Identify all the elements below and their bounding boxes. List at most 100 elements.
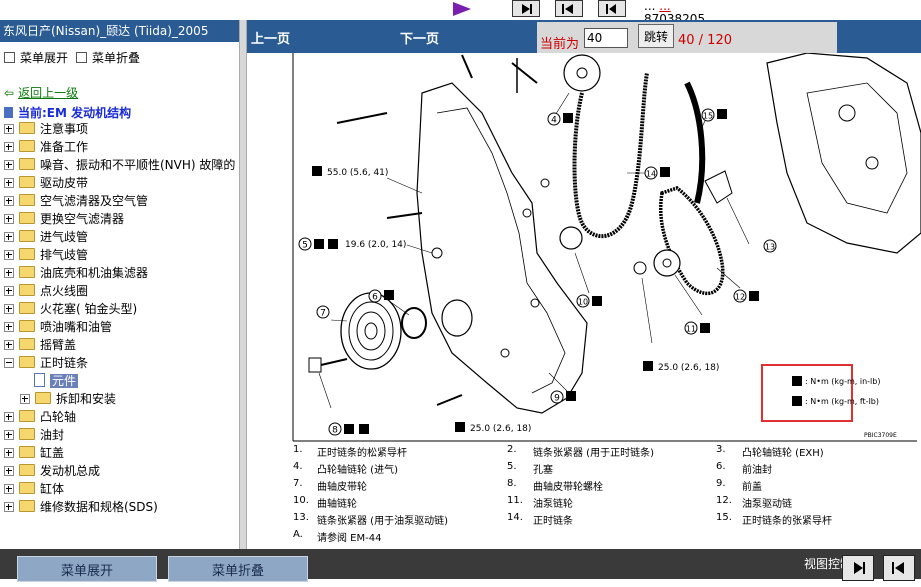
plus-icon[interactable] <box>4 232 14 242</box>
plus-icon[interactable] <box>20 394 30 404</box>
part-number: A. <box>293 529 303 540</box>
part-number: 4. <box>293 461 303 472</box>
plus-icon[interactable] <box>4 304 14 314</box>
tree-item[interactable]: 注意事项 <box>4 120 88 138</box>
tree-item[interactable]: 进气歧管 <box>4 228 88 246</box>
prev-page-link[interactable]: 上一页 <box>251 28 290 47</box>
plus-icon[interactable] <box>4 340 14 350</box>
page-number-input[interactable] <box>584 28 628 48</box>
tree-item[interactable]: 拆卸和安装 <box>20 390 116 408</box>
first-page-icon[interactable] <box>555 0 583 17</box>
view-first-icon[interactable] <box>883 555 915 581</box>
bottom-expand-button[interactable]: 菜单展开 <box>17 556 157 582</box>
tree-item-selected[interactable]: 元件 <box>34 372 79 390</box>
plus-icon[interactable] <box>4 142 14 152</box>
tree-item[interactable]: 油底壳和机油集滤器 <box>4 264 148 282</box>
hole-plug <box>431 247 443 259</box>
tree-item[interactable]: 排气歧管 <box>4 246 88 264</box>
bottom-collapse-button[interactable]: 菜单折叠 <box>168 556 308 582</box>
tension-guide <box>684 81 706 204</box>
symbol-box <box>344 424 354 434</box>
tree-item[interactable]: 空气滤清器及空气管 <box>4 192 148 210</box>
pulley-bolt <box>308 357 322 373</box>
tree-item[interactable]: 凸轮轴 <box>4 408 76 426</box>
tree-item[interactable]: 噪音、振动和不平顺性(NVH) 故障的 <box>4 156 235 174</box>
bolt <box>511 62 538 84</box>
part-number: 7. <box>293 478 303 489</box>
tree-item[interactable]: 驱动皮带 <box>4 174 88 192</box>
callout-6: 6 <box>368 289 382 303</box>
part-number: 8. <box>507 478 517 489</box>
plus-icon[interactable] <box>4 268 14 278</box>
folder-icon <box>19 284 35 296</box>
plus-icon[interactable] <box>4 178 14 188</box>
tree-item[interactable]: 准备工作 <box>4 138 88 156</box>
tree-item[interactable]: 喷油嘴和油管 <box>4 318 112 336</box>
panel-splitter[interactable] <box>239 20 247 549</box>
legend-symbol <box>792 376 802 386</box>
next-page-link[interactable]: 下一页 <box>400 28 439 47</box>
minus-icon[interactable] <box>4 358 14 368</box>
plus-icon[interactable] <box>4 502 14 512</box>
next-page-icon[interactable] <box>512 0 540 17</box>
plus-icon[interactable] <box>4 160 14 170</box>
open-folder-icon <box>19 356 35 368</box>
tree-item[interactable]: 点火线圈 <box>4 282 88 300</box>
page-jump-panel: 当前为 跳转 40 / 120 <box>537 22 837 53</box>
plus-icon[interactable] <box>4 448 14 458</box>
go-button[interactable]: 跳转 <box>638 24 674 48</box>
purple-arrow-icon[interactable] <box>453 2 471 16</box>
folder-icon <box>19 194 35 206</box>
plus-icon[interactable] <box>4 196 14 206</box>
svg-text:13: 13 <box>765 243 775 252</box>
torque-symbol <box>312 166 322 176</box>
back-link[interactable]: ⇦ 返回上一级 <box>4 84 78 101</box>
plus-icon[interactable] <box>4 484 14 494</box>
menu-collapse-link[interactable]: 菜单折叠 <box>76 49 140 66</box>
plus-icon[interactable] <box>4 466 14 476</box>
plus-icon[interactable] <box>4 250 14 260</box>
cover-bolt <box>522 208 532 218</box>
tree-item[interactable]: 发动机总成 <box>4 462 100 480</box>
plus-icon[interactable] <box>4 124 14 134</box>
tree-item[interactable]: 维修数据和规格(SDS) <box>4 498 158 516</box>
folder-icon <box>19 140 35 152</box>
folder-icon <box>19 158 35 170</box>
folder-icon <box>35 392 51 404</box>
part-name: 正时链条的松紧导杆 <box>317 448 407 459</box>
part-name: 凸轮轴链轮 (EXH) <box>742 448 824 459</box>
callout-5: 5 <box>298 237 312 251</box>
folder-icon <box>19 338 35 350</box>
callout-15: 15 <box>701 108 715 122</box>
cover-bolt <box>500 348 510 358</box>
tree-item[interactable]: 火花塞( 铂金头型) <box>4 300 137 318</box>
plus-icon[interactable] <box>4 214 14 224</box>
plus-icon[interactable] <box>4 286 14 296</box>
callout-11: 11 <box>684 321 698 335</box>
symbol-box <box>717 109 727 119</box>
menu-expand-link[interactable]: 菜单展开 <box>4 49 68 66</box>
tree-item[interactable]: 油封 <box>4 426 64 444</box>
tree-item[interactable]: 缸体 <box>4 480 64 498</box>
plus-icon[interactable] <box>4 430 14 440</box>
tree-item[interactable]: 缸盖 <box>4 444 64 462</box>
plus-icon[interactable] <box>4 322 14 332</box>
folder-icon <box>19 482 35 494</box>
torque-spec-3: 25.0 (2.6, 18) <box>658 363 719 373</box>
tree-item-open[interactable]: 正时链条 <box>4 354 88 372</box>
prev-page-icon[interactable] <box>598 0 626 17</box>
view-next-icon[interactable] <box>842 555 874 581</box>
crankshaft-sprocket <box>559 226 583 250</box>
tree-item[interactable]: 更换空气滤清器 <box>4 210 124 228</box>
tree-item[interactable]: 摇臂盖 <box>4 336 76 354</box>
folder-icon <box>19 464 35 476</box>
callout-8: 8 <box>328 422 342 436</box>
svg-text:14: 14 <box>646 170 656 179</box>
nut <box>633 261 647 275</box>
folder-icon <box>19 500 35 512</box>
expand-icon <box>4 52 15 63</box>
plus-icon[interactable] <box>4 412 14 422</box>
svg-text:10: 10 <box>578 298 588 307</box>
book-icon <box>4 107 13 118</box>
callout-10: 10 <box>576 294 590 308</box>
